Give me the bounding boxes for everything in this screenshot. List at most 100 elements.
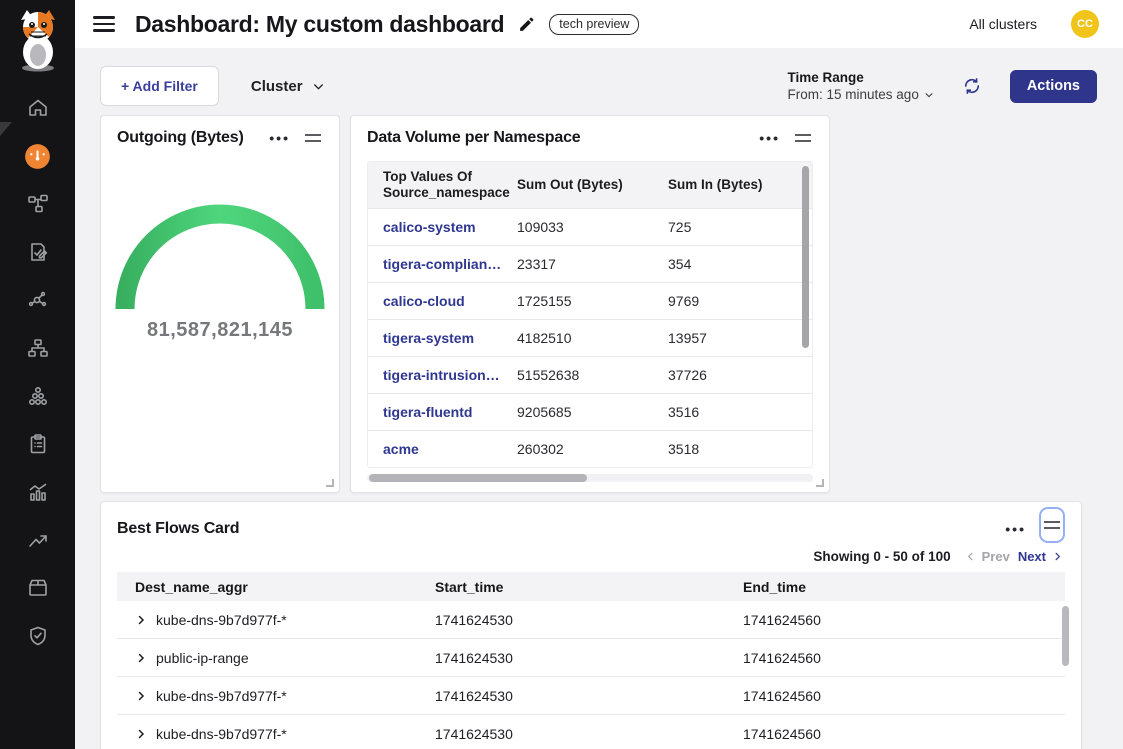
- card-drag-handle-icon[interactable]: [303, 130, 323, 146]
- start-time-cell: 1741624530: [417, 688, 725, 704]
- sum-out-cell: 4182510: [502, 330, 653, 346]
- policies-document-icon: [26, 240, 50, 264]
- column-header: Sum Out (Bytes): [502, 171, 653, 199]
- sum-out-cell: 9205685: [502, 404, 653, 420]
- expand-row-chevron-icon[interactable]: [135, 690, 147, 702]
- flows-table: Dest_name_aggr Start_time End_time kube-…: [117, 572, 1065, 749]
- network-sets-sitemap-icon: [26, 336, 50, 360]
- pagination: Showing 0 - 50 of 100 Prev Next: [101, 543, 1081, 572]
- sidebar-item-compliance[interactable]: [0, 420, 75, 468]
- gauge-chart: [101, 191, 339, 313]
- start-time-cell: 1741624530: [417, 726, 725, 742]
- table-row[interactable]: kube-dns-9b7d977f-*17416245301741624560: [117, 601, 1065, 639]
- start-time-cell: 1741624530: [417, 612, 725, 628]
- card-menu-icon[interactable]: •••: [269, 133, 290, 143]
- namespace-link[interactable]: tigera-intrusion-d…: [368, 367, 502, 383]
- sum-out-cell: 1725155: [502, 293, 653, 309]
- namespace-table-body: calico-system109033725tigera-compliance2…: [368, 208, 812, 467]
- sum-in-cell: 354: [653, 256, 798, 272]
- card-menu-icon[interactable]: •••: [759, 133, 780, 143]
- sum-out-cell: 51552638: [502, 367, 653, 383]
- home-icon: [26, 96, 50, 120]
- time-range-selector[interactable]: From: 15 minutes ago: [788, 87, 934, 102]
- card-menu-icon[interactable]: •••: [1005, 524, 1026, 534]
- namespace-link[interactable]: tigera-compliance: [368, 256, 502, 272]
- card-title: Data Volume per Namespace: [367, 129, 580, 147]
- next-page-button[interactable]: Next: [1018, 549, 1063, 564]
- sidebar-item-network-sets[interactable]: [0, 324, 75, 372]
- prev-page-button[interactable]: Prev: [965, 549, 1010, 564]
- actions-button[interactable]: Actions: [1010, 70, 1097, 103]
- namespace-link[interactable]: acme: [368, 441, 502, 457]
- namespace-link[interactable]: tigera-fluentd: [368, 404, 502, 420]
- column-header: End_time: [725, 579, 1051, 595]
- table-row: tigera-compliance23317354: [368, 245, 812, 282]
- sidebar-item-service-graph[interactable]: [0, 180, 75, 228]
- table-row: tigera-fluentd92056853516: [368, 393, 812, 430]
- resize-handle[interactable]: [326, 479, 334, 487]
- expand-row-chevron-icon[interactable]: [135, 728, 147, 740]
- namespace-link[interactable]: calico-cloud: [368, 293, 502, 309]
- cluster-dropdown-label: Cluster: [251, 78, 303, 95]
- time-range: Time Range From: 15 minutes ago: [788, 70, 934, 102]
- dest-name-cell: kube-dns-9b7d977f-*: [156, 726, 287, 742]
- table-row: calico-cloud17251559769: [368, 282, 812, 319]
- sum-in-cell: 37726: [653, 367, 798, 383]
- sidebar-item-workloads[interactable]: [0, 372, 75, 420]
- nodes-share-icon: [26, 288, 50, 312]
- table-header-row: Dest_name_aggr Start_time End_time: [117, 572, 1065, 601]
- vertical-scrollbar[interactable]: [1062, 606, 1069, 666]
- add-filter-button[interactable]: + Add Filter: [100, 66, 219, 106]
- user-avatar[interactable]: CC: [1071, 10, 1099, 38]
- card-drag-handle-icon[interactable]: [793, 130, 813, 146]
- sum-out-cell: 109033: [502, 219, 653, 235]
- cluster-dropdown[interactable]: Cluster: [251, 78, 325, 95]
- table-row: tigera-system418251013957: [368, 319, 812, 356]
- table-row[interactable]: kube-dns-9b7d977f-*17416245301741624560: [117, 677, 1065, 715]
- calico-cat-logo[interactable]: [7, 8, 69, 74]
- sidebar-icon-list: [0, 84, 75, 660]
- refresh-icon: [962, 76, 982, 96]
- menu-hamburger-icon[interactable]: [93, 16, 115, 31]
- namespace-table: Top Values Of Source_namespace Sum Out (…: [367, 161, 813, 468]
- sum-in-cell: 3518: [653, 441, 798, 457]
- card-drag-handle-icon-focused[interactable]: [1039, 507, 1065, 543]
- dest-name-cell: public-ip-range: [156, 650, 249, 666]
- chevron-left-icon: [965, 551, 976, 562]
- data-volume-card: Data Volume per Namespace ••• Top Values…: [350, 115, 830, 493]
- expand-row-chevron-icon[interactable]: [135, 614, 147, 626]
- sum-out-cell: 23317: [502, 256, 653, 272]
- column-header: Sum In (Bytes): [653, 171, 798, 199]
- horizontal-scrollbar[interactable]: [367, 474, 813, 482]
- table-row[interactable]: public-ip-range17416245301741624560: [117, 639, 1065, 677]
- vertical-scrollbar[interactable]: [802, 166, 809, 348]
- table-row: acme2603023518: [368, 430, 812, 467]
- table-row: calico-system109033725: [368, 208, 812, 245]
- cluster-selector[interactable]: All clusters: [969, 16, 1037, 32]
- column-header: Top Values Of Source_namespace: [368, 163, 502, 207]
- end-time-cell: 1741624560: [725, 688, 1051, 704]
- sum-in-cell: 725: [653, 219, 798, 235]
- namespace-link[interactable]: calico-system: [368, 219, 502, 235]
- sidebar-item-activity[interactable]: [0, 468, 75, 516]
- sidebar-item-home[interactable]: [0, 84, 75, 132]
- namespace-link[interactable]: tigera-system: [368, 330, 502, 346]
- sidebar-item-storage[interactable]: [0, 564, 75, 612]
- app-root: Dashboard: My custom dashboard tech prev…: [0, 0, 1123, 749]
- trends-arrow-icon: [26, 528, 50, 552]
- sidebar-item-threat-defense[interactable]: [0, 612, 75, 660]
- sidebar-item-nodes[interactable]: [0, 276, 75, 324]
- table-row[interactable]: kube-dns-9b7d977f-*17416245301741624560: [117, 715, 1065, 749]
- sidebar-item-trends[interactable]: [0, 516, 75, 564]
- sidebar-item-dashboard[interactable]: [0, 132, 75, 180]
- dest-name-cell: kube-dns-9b7d977f-*: [156, 612, 287, 628]
- storage-box-icon: [26, 576, 50, 600]
- expand-row-chevron-icon[interactable]: [135, 652, 147, 664]
- end-time-cell: 1741624560: [725, 650, 1051, 666]
- sidebar-item-policies[interactable]: [0, 228, 75, 276]
- refresh-button[interactable]: [962, 76, 982, 96]
- sum-in-cell: 3516: [653, 404, 798, 420]
- edit-pencil-icon[interactable]: [518, 16, 535, 33]
- table-header-row: Top Values Of Source_namespace Sum Out (…: [368, 162, 812, 208]
- resize-handle[interactable]: [816, 479, 824, 487]
